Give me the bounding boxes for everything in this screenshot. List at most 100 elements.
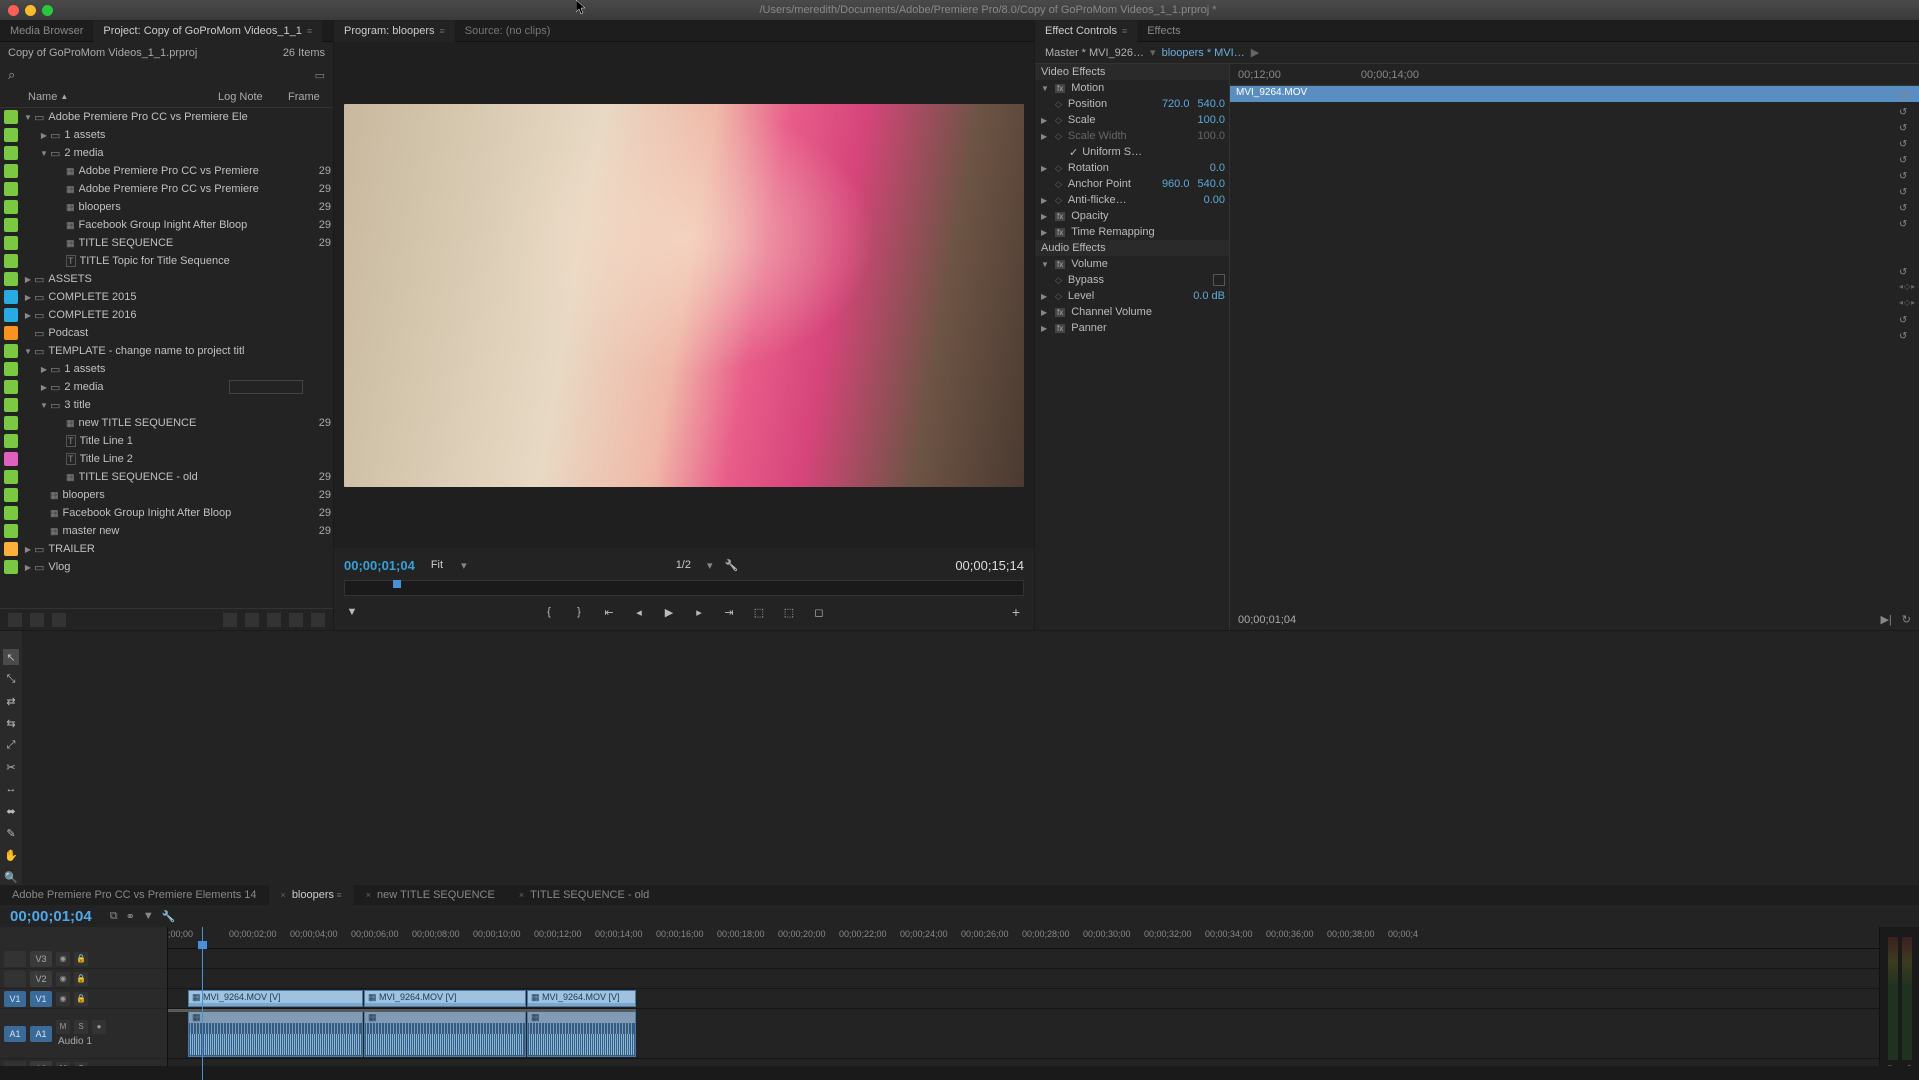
track-v2[interactable]	[168, 969, 1879, 989]
go-to-in-icon[interactable]: ⇤	[601, 604, 617, 620]
track-select-tool[interactable]: ⤡	[3, 671, 19, 687]
label-color-chip[interactable]	[4, 488, 18, 502]
mute-toggle[interactable]: M	[56, 1020, 70, 1034]
playhead[interactable]	[202, 927, 203, 1080]
fx-badge-icon[interactable]	[1055, 82, 1067, 94]
sequence-tab[interactable]: ×TITLE SEQUENCE - old	[507, 885, 661, 905]
label-color-chip[interactable]	[4, 506, 18, 520]
zoom-tool[interactable]: 🔍	[3, 869, 19, 885]
bypass-label[interactable]: Bypass	[1068, 274, 1209, 286]
video-clip[interactable]: ▦ MVI_9264.MOV [V]	[188, 990, 363, 1007]
panel-menu-icon[interactable]: ≡	[334, 890, 342, 900]
reset-icon[interactable]	[1899, 314, 1913, 330]
tree-row[interactable]: ▶1 assets	[0, 360, 333, 378]
src-patch-v2[interactable]	[4, 971, 26, 987]
rolling-edit-tool[interactable]: ⇆	[3, 715, 19, 731]
tree-row[interactable]: master new29	[0, 522, 333, 540]
track-target-v3[interactable]: V3	[30, 951, 52, 967]
disclosure-triangle[interactable]: ▶	[38, 131, 50, 140]
disclosure-triangle[interactable]: ▼	[22, 347, 34, 356]
record-toggle[interactable]: ●	[92, 1020, 106, 1034]
timeline-timecode[interactable]: 00;00;01;04	[10, 908, 92, 925]
delete-button[interactable]	[311, 613, 325, 627]
ec-timeline[interactable]: 00;12;00 00;00;14;00 MVI_9264.MOV	[1230, 64, 1919, 630]
mark-out-icon[interactable]: }	[571, 604, 587, 620]
anchor-y[interactable]: 540.0	[1197, 178, 1225, 190]
keyframe-toggle[interactable]	[1055, 162, 1064, 174]
extract-icon[interactable]: ⬚	[781, 604, 797, 620]
tree-row[interactable]: Adobe Premiere Pro CC vs Premiere29	[0, 162, 333, 180]
tab-project[interactable]: Project: Copy of GoProMom Videos_1_1≡	[93, 20, 322, 42]
track-target-v2[interactable]: V2	[30, 971, 52, 987]
tree-row[interactable]: ▼2 media	[0, 144, 333, 162]
label-color-chip[interactable]	[4, 182, 18, 196]
bypass-checkbox[interactable]	[1213, 274, 1225, 286]
snap-icon[interactable]: ⧉	[110, 910, 118, 923]
new-bin-button[interactable]	[267, 613, 281, 627]
src-patch-v3[interactable]	[4, 951, 26, 967]
tree-row[interactable]: Title Line 2	[0, 450, 333, 468]
label-color-chip[interactable]	[4, 434, 18, 448]
rate-stretch-tool[interactable]: ⤢	[3, 737, 19, 753]
go-to-out-icon[interactable]: ⇥	[721, 604, 737, 620]
tree-row[interactable]: TITLE SEQUENCE - old29	[0, 468, 333, 486]
col-frame[interactable]: Frame	[288, 91, 320, 103]
track-target-a1[interactable]: A1	[30, 1026, 52, 1042]
fx-badge-icon[interactable]	[1055, 210, 1067, 222]
tree-row[interactable]: ▶Vlog	[0, 558, 333, 576]
sequence-tab[interactable]: ×bloopers ≡	[269, 885, 354, 905]
label-color-chip[interactable]	[4, 452, 18, 466]
time-remapping-effect[interactable]: Time Remapping	[1071, 226, 1229, 238]
razor-tool[interactable]: ✂	[3, 759, 19, 775]
linked-selection-icon[interactable]: ⚭	[126, 910, 135, 923]
label-color-chip[interactable]	[4, 326, 18, 340]
export-frame-icon[interactable]: ◻	[811, 604, 827, 620]
reset-icon[interactable]	[1899, 90, 1913, 106]
reset-icon[interactable]	[1899, 186, 1913, 202]
reset-icon[interactable]	[1899, 330, 1913, 346]
disclosure-triangle[interactable]: ▶	[38, 365, 50, 374]
uniform-scale-checkbox[interactable]: Uniform S…	[1082, 146, 1229, 158]
fx-badge-icon[interactable]	[1055, 306, 1067, 318]
tree-row[interactable]: ▶COMPLETE 2016	[0, 306, 333, 324]
reset-icon[interactable]	[1899, 266, 1913, 282]
tl-settings-icon[interactable]: 🔧	[162, 910, 176, 923]
new-bin-icon[interactable]: ▭	[315, 69, 325, 82]
program-timecode-in[interactable]: 00;00;01;04	[344, 558, 415, 573]
label-color-chip[interactable]	[4, 416, 18, 430]
col-name[interactable]: Name	[28, 91, 57, 103]
reset-icon[interactable]	[1899, 154, 1913, 170]
tab-effects[interactable]: Effects	[1137, 20, 1190, 42]
tree-row[interactable]: TITLE Topic for Title Sequence	[0, 252, 333, 270]
opacity-effect[interactable]: Opacity	[1071, 210, 1229, 222]
lift-icon[interactable]: ⬚	[751, 604, 767, 620]
log-note-field[interactable]	[229, 380, 303, 394]
ec-master-clip[interactable]: Master * MVI_926…	[1045, 47, 1144, 59]
scale-value[interactable]: 100.0	[1197, 114, 1225, 126]
tree-row[interactable]: Facebook Group Inight After Bloop29	[0, 504, 333, 522]
disclosure-triangle[interactable]: ▼	[22, 113, 34, 122]
program-video[interactable]	[344, 104, 1024, 487]
label-color-chip[interactable]	[4, 110, 18, 124]
close-tab-icon[interactable]: ×	[366, 890, 371, 900]
fx-badge-icon[interactable]	[1055, 226, 1067, 238]
label-color-chip[interactable]	[4, 254, 18, 268]
automate-icon[interactable]	[223, 613, 237, 627]
audio-clip[interactable]: ▦	[527, 1010, 636, 1057]
disclosure-triangle[interactable]: ▶	[38, 383, 50, 392]
close-tab-icon[interactable]: ×	[281, 890, 286, 900]
fx-badge-icon[interactable]	[1055, 258, 1067, 270]
disclosure-triangle[interactable]: ▶	[22, 293, 34, 302]
hand-tool[interactable]: ✋	[3, 847, 19, 863]
add-marker-icon[interactable]: ▼	[344, 604, 360, 620]
program-scrubber[interactable]	[344, 580, 1024, 596]
slide-tool[interactable]: ⬌	[3, 803, 19, 819]
panel-menu-icon[interactable]: ≡	[1122, 20, 1127, 42]
slip-tool[interactable]: ↔	[3, 781, 19, 797]
step-forward-icon[interactable]: ▸	[691, 604, 707, 620]
play-icon[interactable]: ▶	[661, 604, 677, 620]
tree-row[interactable]: Facebook Group Inight After Bloop29	[0, 216, 333, 234]
track-lock-toggle[interactable]: 🔒	[74, 972, 88, 986]
selection-tool[interactable]: ↖	[3, 649, 19, 665]
track-lock-toggle[interactable]: 🔒	[74, 992, 88, 1006]
